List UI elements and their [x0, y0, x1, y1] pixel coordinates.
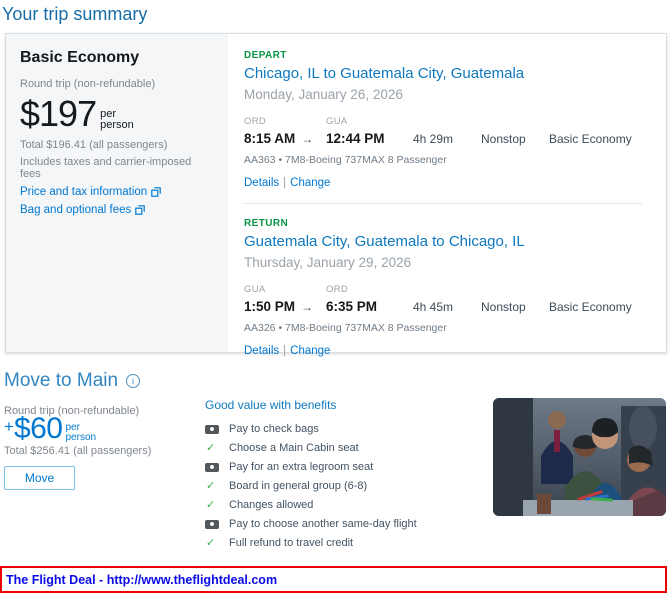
fare-name: Basic Economy: [20, 49, 140, 66]
flight-number-aircraft: AA326 • 7M8-Boeing 737MAX 8 Passenger: [244, 322, 447, 334]
benefits-title: Good value with benefits: [205, 398, 337, 412]
benefit-item: Pay for an extra legroom seat: [205, 460, 417, 473]
pay-icon: [205, 462, 219, 472]
benefit-label: Pay to choose another same-day flight: [229, 517, 417, 530]
segment-duration: 4h 45m: [413, 300, 454, 314]
per-person-label: per person: [100, 96, 134, 132]
check-icon: [205, 538, 219, 548]
flight-deal-banner: The Flight Deal - http://www.theflightde…: [0, 566, 667, 593]
trip-summary-card: Basic Economy Round trip (non-refundable…: [5, 33, 667, 357]
details-link[interactable]: Details: [244, 177, 279, 189]
upsell-title: Move to Main: [4, 370, 119, 391]
page-title: Your trip summary: [2, 4, 148, 24]
return-segment: RETURN Guatemala City, Guatemala to Chic…: [244, 218, 652, 357]
benefits-list: Good value with benefits Pay to check ba…: [205, 398, 417, 556]
plus-sign: +: [4, 417, 14, 436]
depart-segment: DEPART Chicago, IL to Guatemala City, Gu…: [244, 50, 652, 189]
bag-optional-fees-link[interactable]: Bag and optional fees: [20, 204, 214, 216]
person-word: person: [65, 432, 97, 443]
origin-airport-code: ORD: [244, 116, 267, 127]
benefit-item: Choose a Main Cabin seat: [205, 441, 417, 454]
price-amount: $60: [13, 412, 63, 445]
benefit-item: Pay to check bags: [205, 422, 417, 435]
price-tax-info-link[interactable]: Price and tax information: [20, 186, 214, 198]
segment-route: Chicago, IL to Guatemala City, Guatemala: [244, 65, 525, 82]
benefit-label: Full refund to travel credit: [229, 536, 354, 549]
benefit-item: Full refund to travel credit: [205, 536, 417, 549]
arrow-right-icon: →: [301, 132, 314, 146]
segment-stops: Nonstop: [481, 300, 526, 314]
total-price-label: Total $256.41 (all passengers): [4, 445, 152, 457]
pay-icon: [205, 519, 219, 529]
check-icon: [205, 443, 219, 453]
destination-airport-code: ORD: [326, 284, 349, 295]
person-word: person: [100, 119, 134, 131]
destination-airport-code: GUA: [326, 116, 348, 127]
segment-fare: Basic Economy: [549, 132, 632, 146]
external-link-icon: [151, 187, 162, 197]
fare-summary-panel: Basic Economy Round trip (non-refundable…: [6, 34, 228, 352]
benefit-label: Changes allowed: [229, 498, 314, 511]
flight-number-aircraft: AA363 • 7M8-Boeing 737MAX 8 Passenger: [244, 154, 447, 166]
total-price-label: Total $196.41 (all passengers): [20, 139, 168, 151]
trip-type-label: Round trip (non-refundable): [20, 78, 156, 90]
segment-route: Guatemala City, Guatemala to Chicago, IL: [244, 233, 525, 250]
cabin-photo: [493, 398, 666, 516]
benefit-item: Pay to choose another same-day flight: [205, 517, 417, 530]
segment-direction-label: DEPART: [244, 50, 287, 61]
info-icon[interactable]: i: [126, 374, 141, 388]
benefit-item: Board in general group (6-8): [205, 479, 417, 492]
flights-panel: DEPART Chicago, IL to Guatemala City, Gu…: [228, 34, 666, 357]
segment-date: Monday, January 26, 2026: [244, 87, 403, 102]
details-link[interactable]: Details: [244, 345, 279, 357]
link-separator: |: [283, 345, 287, 357]
benefit-label: Choose a Main Cabin seat: [229, 441, 359, 454]
arrive-time: 6:35 PM: [326, 299, 378, 314]
move-to-main-section: Move to Main i Round trip (non-refundabl…: [4, 362, 667, 560]
bag-fees-label: Bag and optional fees: [20, 204, 132, 216]
flight-deal-link[interactable]: The Flight Deal - http://www.theflightde…: [6, 573, 277, 587]
benefit-label: Pay to check bags: [229, 422, 319, 435]
per-person-label: per person: [66, 413, 97, 445]
taxes-note: Includes taxes and carrier-imposed fees: [20, 156, 192, 180]
move-button[interactable]: Move: [4, 466, 75, 490]
change-link[interactable]: Change: [290, 345, 330, 357]
benefit-item: Changes allowed: [205, 498, 417, 511]
segment-date: Thursday, January 29, 2026: [244, 255, 412, 270]
segment-fare: Basic Economy: [549, 300, 632, 314]
segment-divider: [244, 203, 642, 204]
external-link-icon: [135, 205, 146, 215]
arrive-time: 12:44 PM: [326, 131, 385, 146]
arrow-right-icon: →: [301, 300, 314, 314]
check-icon: [205, 481, 219, 491]
benefit-label: Pay for an extra legroom seat: [229, 460, 374, 473]
link-separator: |: [283, 177, 287, 189]
upgrade-price: + $60 per person: [4, 413, 96, 445]
segment-direction-label: RETURN: [244, 218, 289, 229]
origin-airport-code: GUA: [244, 284, 266, 295]
depart-time: 1:50 PM: [244, 299, 296, 314]
pay-icon: [205, 424, 219, 434]
price-per-person: $197 per person: [20, 96, 214, 132]
segment-duration: 4h 29m: [413, 132, 454, 146]
price-tax-info-label: Price and tax information: [20, 186, 148, 198]
change-link[interactable]: Change: [290, 177, 330, 189]
segment-stops: Nonstop: [481, 132, 526, 146]
benefit-label: Board in general group (6-8): [229, 479, 368, 492]
depart-time: 8:15 AM: [244, 131, 296, 146]
check-icon: [205, 500, 219, 510]
price-amount: $197: [20, 93, 97, 134]
